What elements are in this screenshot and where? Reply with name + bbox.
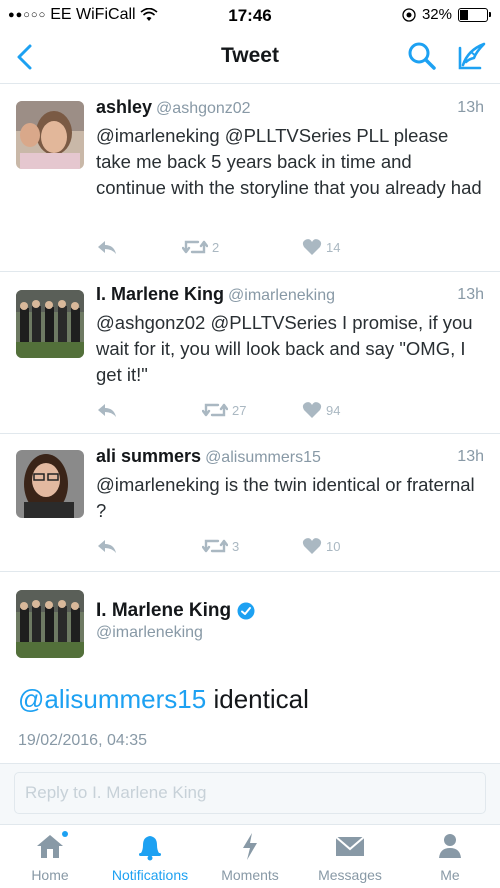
mention-link[interactable]: @alisummers15	[18, 684, 206, 714]
tab-label: Notifications	[111, 867, 189, 883]
avatar[interactable]	[16, 290, 84, 358]
person-icon	[439, 834, 461, 858]
main-tweet-handle[interactable]: @imarleneking	[96, 624, 203, 642]
retweet-count: 2	[212, 239, 220, 255]
tab-me[interactable]: Me	[400, 831, 500, 883]
tweet-timestamp: 13h	[457, 286, 484, 303]
main-tweet-date: 19/02/2016, 04:35	[18, 732, 148, 749]
avatar[interactable]	[16, 590, 84, 658]
retweet-icon	[202, 403, 228, 417]
tab-label: Me	[440, 867, 460, 883]
tab-home[interactable]: Home	[0, 831, 100, 883]
tweet-author-name[interactable]: ashley	[96, 97, 152, 117]
tweet-author-handle[interactable]: @imarleneking	[228, 287, 335, 304]
tweet-author-name[interactable]: I. Marlene King	[96, 284, 224, 304]
retweet-button[interactable]: 2	[182, 238, 219, 256]
main-tweet-body: identical	[206, 684, 309, 714]
heart-icon	[302, 239, 322, 255]
heart-icon	[302, 538, 322, 554]
tweet-item[interactable]: I. Marlene King @imarleneking 13h @ashgon…	[0, 272, 500, 434]
tweet-item[interactable]: ali summers @alisummers15 13h @imarleneki…	[0, 434, 500, 572]
main-tweet-text: @alisummers15 identical	[18, 684, 309, 715]
battery-percent: 32%	[421, 6, 452, 23]
verified-badge-icon	[237, 602, 255, 620]
tweet-header: ali summers @alisummers15 13h	[96, 446, 484, 467]
tab-label: Home	[31, 867, 69, 883]
tweet-header: I. Marlene King @imarleneking 13h	[96, 284, 484, 305]
tweet-text: @ashgonz02 @PLLTVSeries I promise, if yo…	[96, 312, 473, 385]
reply-icon[interactable]	[96, 401, 118, 419]
tweet-timestamp: 13h	[457, 99, 484, 116]
tab-messages[interactable]: Messages	[300, 831, 400, 883]
heart-icon	[302, 402, 322, 418]
home-icon	[37, 831, 68, 858]
reply-icon[interactable]	[96, 238, 118, 256]
reply-input[interactable]	[14, 772, 486, 814]
retweet-count: 3	[232, 538, 240, 554]
nav-bar: Tweet	[0, 30, 500, 84]
tweet-text: @imarleneking @PLLTVSeries PLL please ta…	[96, 125, 482, 198]
tweet-item[interactable]: ashley @ashgonz02 13h @imarleneking @PLLT…	[0, 85, 500, 272]
tweet-author-name[interactable]: ali summers	[96, 446, 201, 466]
retweet-button[interactable]: 27	[202, 401, 246, 419]
tweet-author-handle[interactable]: @ashgonz02	[156, 100, 251, 117]
main-tweet-author[interactable]: I. Marlene King	[96, 600, 255, 622]
avatar[interactable]	[16, 101, 84, 169]
retweet-icon	[182, 240, 208, 254]
compose-icon[interactable]	[454, 40, 488, 74]
avatar[interactable]	[16, 450, 84, 518]
like-button[interactable]: 14	[302, 238, 340, 256]
envelope-icon	[335, 836, 365, 856]
like-count: 10	[326, 538, 341, 554]
tweet-text: @imarleneking is the twin identical or f…	[96, 474, 475, 521]
reply-icon[interactable]	[96, 537, 118, 555]
battery-icon	[458, 7, 491, 22]
like-count: 94	[326, 402, 341, 418]
retweet-button[interactable]: 3	[202, 537, 239, 555]
like-button[interactable]: 10	[302, 537, 340, 555]
bell-icon	[139, 836, 161, 861]
tweet-header: ashley @ashgonz02 13h	[96, 97, 484, 118]
tweet-timestamp: 13h	[457, 448, 484, 465]
location-icon	[402, 7, 416, 22]
tab-notifications[interactable]: Notifications	[100, 831, 200, 883]
like-button[interactable]: 94	[302, 401, 340, 419]
lightning-icon	[243, 833, 257, 860]
main-tweet: I. Marlene King @imarleneking @alisummer…	[0, 572, 500, 764]
status-right: 32%	[402, 6, 491, 23]
tweet-author-handle[interactable]: @alisummers15	[205, 449, 321, 466]
tab-moments[interactable]: Moments	[200, 831, 300, 883]
like-count: 14	[326, 239, 341, 255]
status-bar: ●●○○○ EE WiFiCall 17:46 32%	[0, 0, 500, 30]
search-icon[interactable]	[406, 40, 438, 72]
tab-bar: Home Notifications Moments Messages Me	[0, 824, 500, 888]
tab-label: Moments	[221, 867, 279, 883]
main-tweet-author-name: I. Marlene King	[96, 600, 232, 621]
retweet-count: 27	[232, 402, 247, 418]
reply-bar	[0, 764, 500, 824]
retweet-icon	[202, 539, 228, 553]
tab-label: Messages	[318, 867, 382, 883]
